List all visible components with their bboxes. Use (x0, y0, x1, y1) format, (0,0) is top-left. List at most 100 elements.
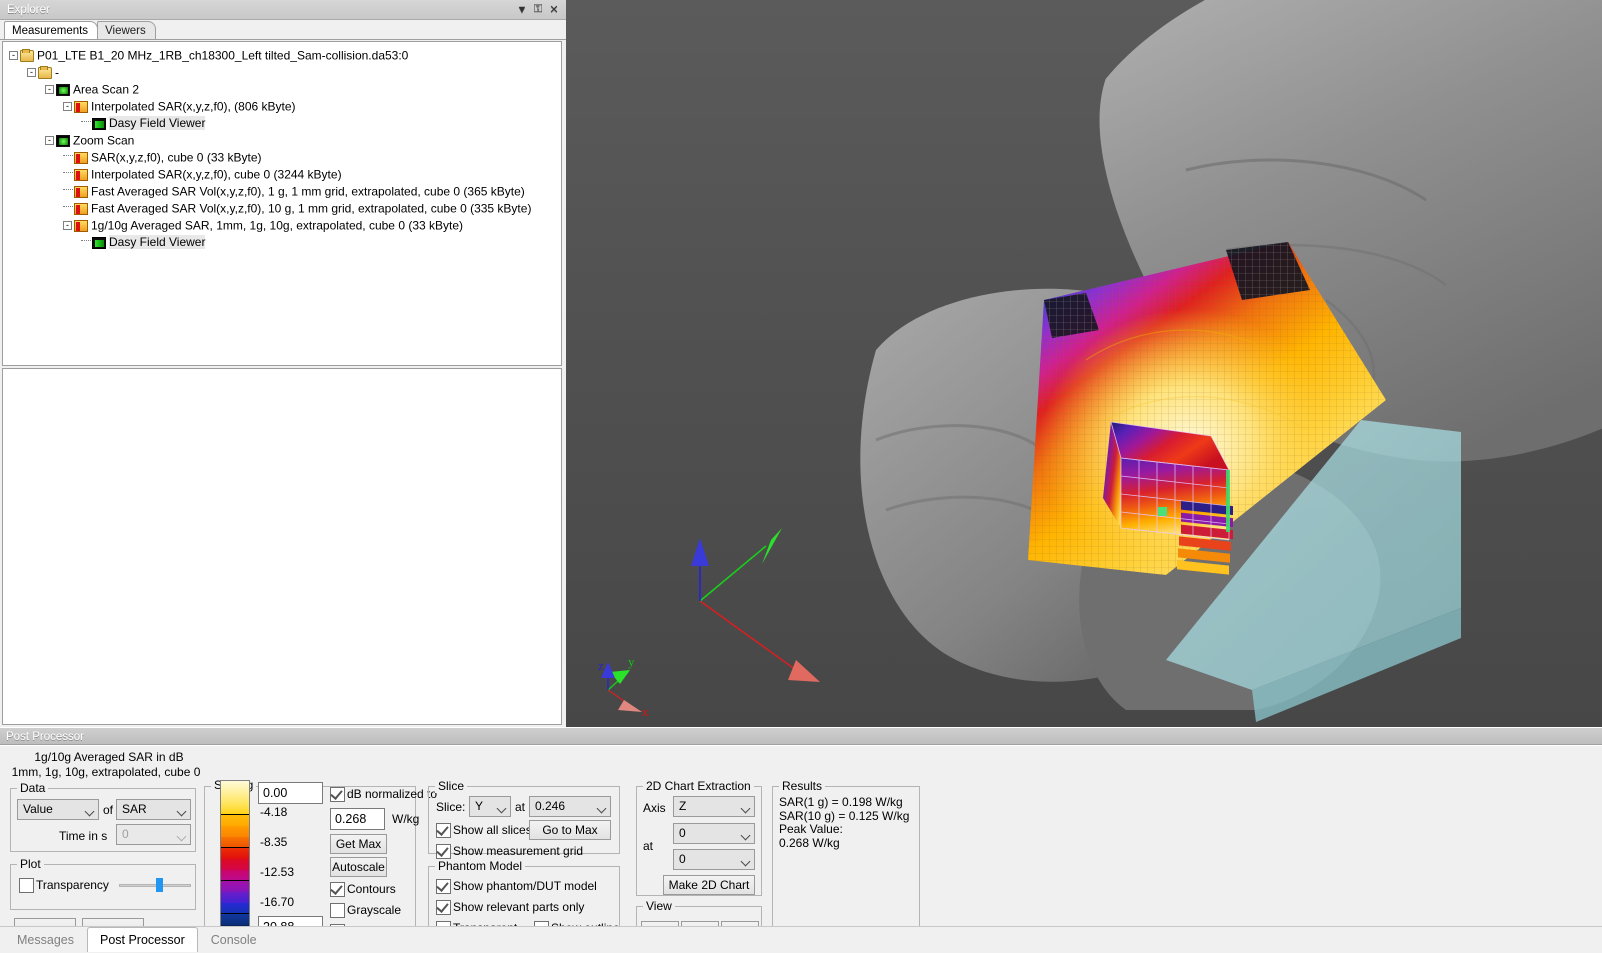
normalization-input[interactable]: 0.268 (330, 808, 385, 830)
explorer-panel: Explorer ▼ ⚿ ✕ Measurements Viewers -P01… (0, 0, 566, 727)
autoscale-button[interactable]: Autoscale (330, 857, 387, 877)
tree-node-label: Fast Averaged SAR Vol(x,y,z,f0), 1 g, 1 … (91, 184, 525, 198)
tree-node[interactable]: -Zoom Scan (9, 132, 561, 149)
3d-sar-viewport[interactable]: x y z (566, 0, 1602, 727)
document-icon (74, 169, 88, 181)
chart-extraction-caption: 2D Chart Extraction (643, 779, 754, 793)
tab-messages[interactable]: Messages (4, 927, 87, 952)
tree-node[interactable]: - Area Scan 2 (9, 81, 561, 98)
value-select[interactable]: Value (17, 799, 99, 820)
show-all-slices-checkbox[interactable]: Show all slices (436, 823, 532, 837)
axis-x-label: x (642, 704, 649, 719)
phantom-model-group: Phantom Model Show phantom/DUT model Sho… (428, 866, 620, 927)
tree-node-label: Dasy Field Viewer (109, 235, 205, 249)
normalization-value: 0.268 (335, 812, 366, 826)
measurement-tree[interactable]: -P01_LTE B1_20 MHz_1RB_ch18300_Left tilt… (2, 41, 562, 366)
document-icon (74, 101, 88, 113)
phantom-group-caption: Phantom Model (435, 859, 525, 873)
of-label: of (103, 803, 113, 817)
tab-measurements[interactable]: Measurements (4, 21, 98, 39)
slice-position-select[interactable]: 0.246 (529, 796, 611, 817)
tab-viewers[interactable]: Viewers (97, 21, 156, 39)
tree-node[interactable]: SAR(x,y,z,f0), cube 0 (33 kByte) (9, 149, 561, 166)
tree-node-label: - (55, 65, 59, 79)
time-label: Time in s (59, 829, 107, 843)
explorer-detail-pane[interactable] (2, 368, 562, 725)
plot-group: Plot Transparency (10, 864, 196, 910)
axis-gizmo-large (691, 528, 820, 682)
tree-node[interactable]: Fast Averaged SAR Vol(x,y,z,f0), 1 g, 1 … (9, 183, 561, 200)
document-icon (74, 220, 88, 232)
chart-at-value-1[interactable]: 0 (673, 823, 755, 844)
post-processor-titlebar: Post Processor (0, 727, 1602, 745)
chart-extraction-group: 2D Chart Extraction Axis Z at 0 0 Make 2… (636, 786, 762, 896)
chart-axis-select[interactable]: Z (673, 796, 755, 817)
tree-node-label: Interpolated SAR(x,y,z,f0), cube 0 (3244… (91, 167, 342, 181)
slice-axis-label: Slice: (436, 800, 465, 814)
tree-expander-icon[interactable]: - (45, 85, 54, 94)
tree-connector (81, 121, 91, 122)
explorer-tabstrip: Measurements Viewers (0, 20, 566, 40)
quantity-select[interactable]: SAR (116, 799, 191, 820)
tree-expander-icon[interactable]: - (63, 102, 72, 111)
tree-connector (63, 206, 73, 207)
pp-header-line2: 1mm, 1g, 10g, extrapolated, cube 0 (6, 765, 206, 779)
transparency-checkbox[interactable]: Transparency (19, 878, 109, 892)
tree-node-label: Area Scan 2 (73, 82, 139, 96)
tree-connector (81, 240, 91, 241)
view-group: View Import Export Reset (636, 906, 762, 927)
data-group: Data Value of SAR Time in s 0 (10, 788, 196, 852)
field-viewer-icon (92, 237, 106, 249)
transparency-slider[interactable] (119, 878, 191, 892)
show-measurement-grid-checkbox[interactable]: Show measurement grid (436, 844, 583, 858)
tab-post-processor[interactable]: Post Processor (87, 927, 198, 952)
tree-node[interactable]: Dasy Field Viewer (9, 234, 561, 251)
tab-console[interactable]: Console (198, 927, 270, 952)
tree-node[interactable]: Interpolated SAR(x,y,z,f0), cube 0 (3244… (9, 166, 561, 183)
scale-tick-2: -8.35 (260, 835, 287, 849)
tree-node[interactable]: Fast Averaged SAR Vol(x,y,z,f0), 10 g, 1… (9, 200, 561, 217)
contours-checkbox[interactable]: Contours (330, 882, 396, 896)
result-peak-label: Peak Value: (779, 823, 909, 837)
slice-axis-select[interactable]: Y (469, 796, 511, 817)
go-to-max-button[interactable]: Go to Max (529, 820, 611, 840)
scale-max-input[interactable]: 0.00 (258, 782, 323, 804)
get-max-button[interactable]: Get Max (330, 834, 387, 854)
tree-connector (63, 189, 73, 190)
axis-y-label: y (628, 654, 635, 669)
tree-expander-icon[interactable]: - (27, 68, 36, 77)
color-scale-bar (220, 780, 250, 927)
folder-icon (38, 67, 52, 79)
collapse-icon[interactable]: ▼ (514, 4, 530, 16)
tree-expander-icon[interactable]: - (9, 51, 18, 60)
axis-gizmo-small: x y z (598, 654, 649, 719)
scale-max-value: 0.00 (263, 786, 287, 800)
peak-marker (1158, 507, 1167, 516)
tree-node[interactable]: Dasy Field Viewer (9, 115, 561, 132)
tree-node[interactable]: -1g/10g Averaged SAR, 1mm, 1g, 10g, extr… (9, 217, 561, 234)
show-phantom-dut-model-checkbox[interactable]: Show phantom/DUT model (436, 879, 597, 893)
grayscale-checkbox[interactable]: Grayscale (330, 903, 401, 917)
chart-at-value-2[interactable]: 0 (673, 849, 755, 870)
post-processor-dock: Post Processor 1g/10g Averaged SAR in dB… (0, 727, 1602, 953)
tree-node-label: Dasy Field Viewer (109, 116, 205, 130)
make-2d-chart-button[interactable]: Make 2D Chart (663, 875, 755, 895)
plot-group-caption: Plot (17, 857, 44, 871)
tree-expander-icon[interactable]: - (45, 136, 54, 145)
folder-icon (20, 50, 34, 62)
close-icon[interactable]: ✕ (546, 3, 562, 16)
pin-icon[interactable]: ⚿ (530, 3, 546, 16)
tree-node[interactable]: -- (9, 64, 561, 81)
tree-expander-icon[interactable]: - (63, 221, 72, 230)
scan-icon (56, 84, 70, 96)
tree-node-label: Fast Averaged SAR Vol(x,y,z,f0), 10 g, 1… (91, 201, 531, 215)
tree-node[interactable]: -P01_LTE B1_20 MHz_1RB_ch18300_Left tilt… (9, 47, 561, 64)
results-group-caption: Results (779, 779, 825, 793)
scan-icon (56, 135, 70, 147)
tree-node[interactable]: -Interpolated SAR(x,y,z,f0), (806 kByte) (9, 98, 561, 115)
scale-tick-3: -12.53 (260, 865, 294, 879)
result-peak-value: 0.268 W/kg (779, 837, 909, 851)
db-normalized-checkbox[interactable]: dB normalized to (330, 787, 437, 801)
bottom-tabstrip: Messages Post Processor Console (0, 926, 1602, 953)
show-relevant-parts-only-checkbox[interactable]: Show relevant parts only (436, 900, 584, 914)
